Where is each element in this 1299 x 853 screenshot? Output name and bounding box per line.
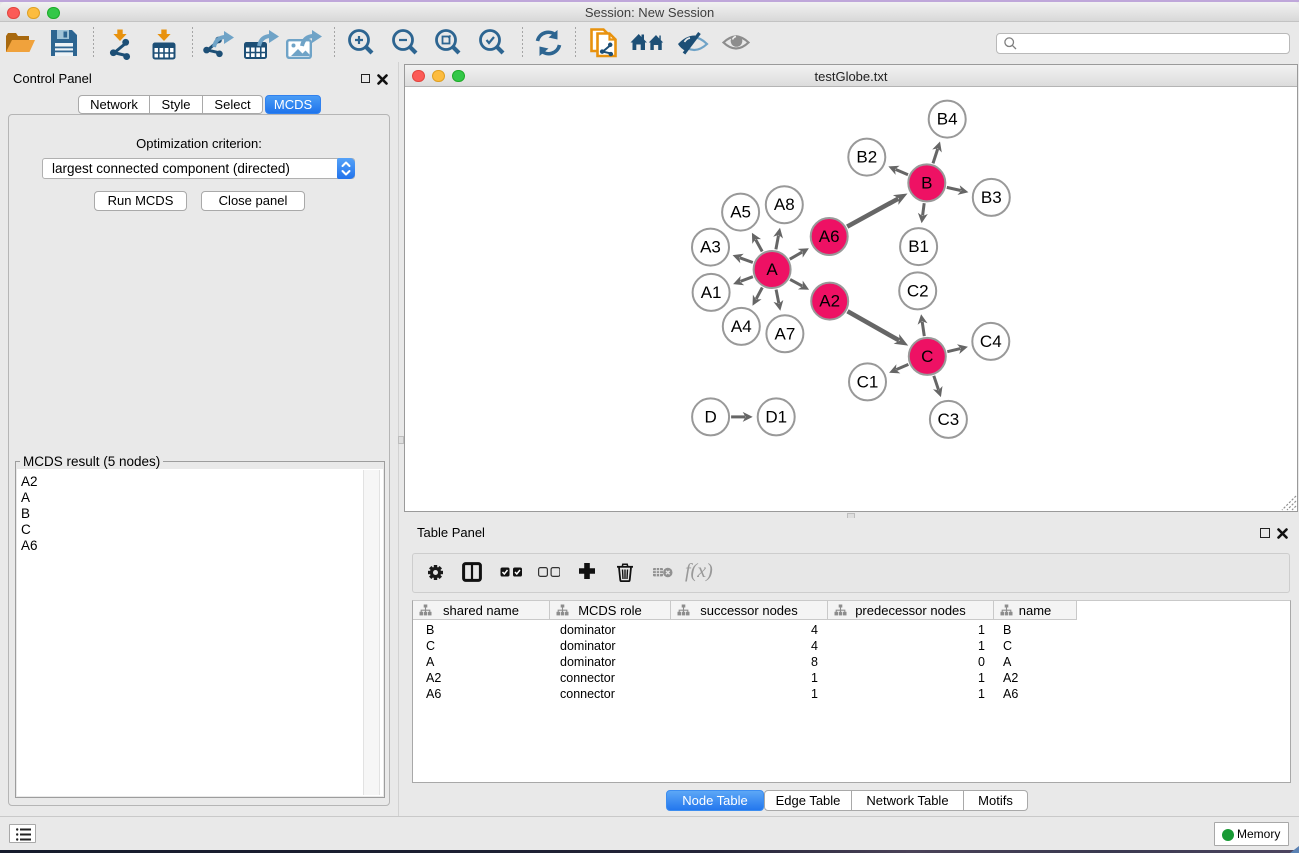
- svg-text:B1: B1: [908, 237, 929, 256]
- svg-text:B4: B4: [937, 110, 958, 129]
- svg-text:C1: C1: [857, 372, 879, 391]
- svg-text:C4: C4: [980, 332, 1002, 351]
- svg-text:D1: D1: [765, 407, 787, 426]
- svg-text:A7: A7: [775, 324, 796, 343]
- svg-text:A8: A8: [774, 195, 795, 214]
- svg-text:D: D: [704, 407, 716, 426]
- svg-text:A6: A6: [819, 227, 840, 246]
- svg-text:A1: A1: [701, 283, 722, 302]
- svg-text:A2: A2: [819, 292, 840, 311]
- svg-text:B3: B3: [981, 188, 1002, 207]
- svg-text:A5: A5: [730, 203, 751, 222]
- svg-text:C3: C3: [938, 410, 960, 429]
- svg-text:C2: C2: [907, 281, 929, 300]
- svg-text:A: A: [766, 260, 778, 279]
- svg-text:C: C: [921, 347, 933, 366]
- svg-text:B2: B2: [856, 148, 877, 167]
- svg-text:A3: A3: [700, 238, 721, 257]
- svg-text:A4: A4: [731, 317, 752, 336]
- svg-text:B: B: [921, 173, 932, 192]
